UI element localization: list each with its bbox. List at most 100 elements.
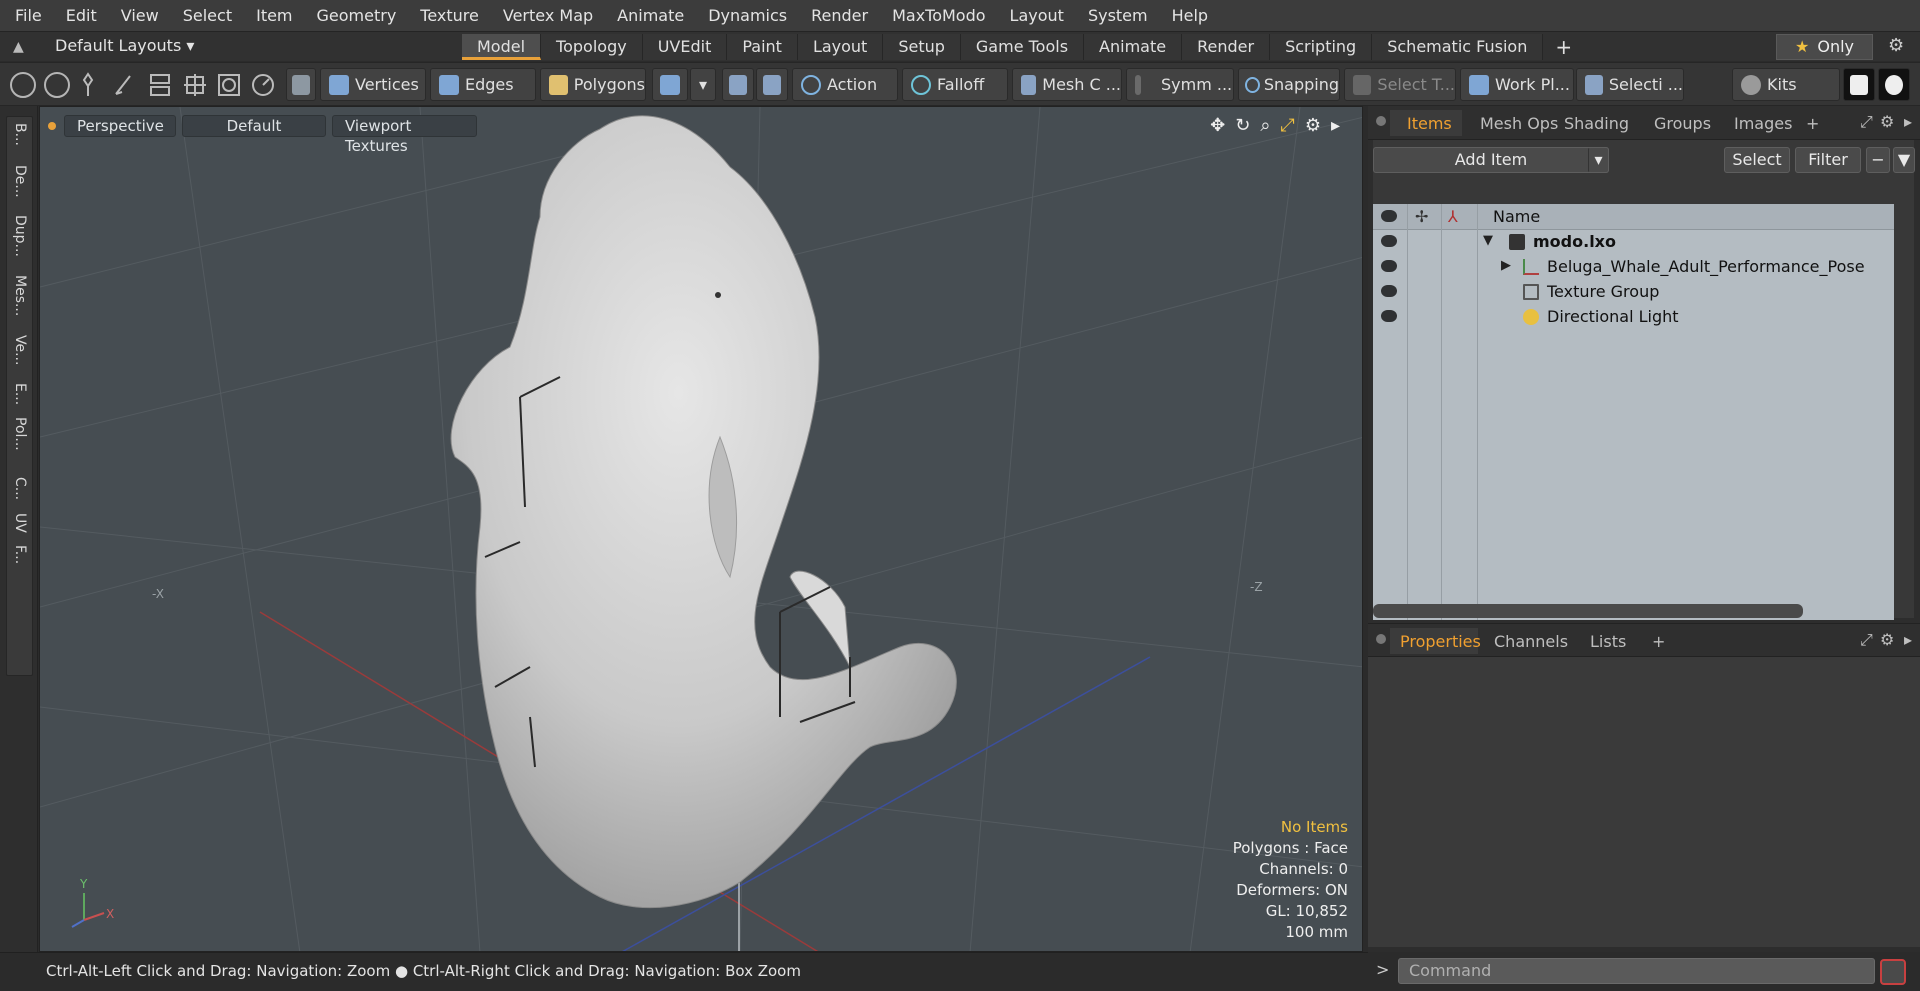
menu-dynamics[interactable]: Dynamics	[696, 0, 799, 31]
unity-button[interactable]	[1843, 68, 1875, 101]
workplane-button[interactable]: Work Pl...	[1460, 68, 1574, 101]
shield-alt-button[interactable]	[756, 68, 788, 101]
action-center-button[interactable]: Action	[792, 68, 898, 101]
menu-maxtomodo[interactable]: MaxToModo	[880, 0, 997, 31]
panel-gear-icon[interactable]: ⚙	[1880, 630, 1894, 649]
tab-setup[interactable]: Setup	[883, 34, 961, 60]
lasso-icon[interactable]	[78, 72, 98, 98]
tool-tab-deform[interactable]: De...	[12, 165, 28, 198]
collapse-arrow-icon[interactable]: ▲	[13, 39, 24, 55]
kits-button[interactable]: Kits	[1732, 68, 1840, 101]
tool-tab-polygon[interactable]: Pol...	[12, 417, 28, 451]
item-mode-button[interactable]	[652, 68, 688, 101]
symmetry-button[interactable]: Symm ...	[1126, 68, 1234, 101]
add-item-button[interactable]: Add Item	[1373, 147, 1609, 173]
tab-layout[interactable]: Layout	[797, 34, 884, 60]
3d-viewport[interactable]: -X -Z Perspective Default Viewport Textu…	[39, 106, 1363, 952]
tool-tab-vertex[interactable]: Ve...	[12, 335, 28, 365]
select-circle-icon[interactable]	[10, 72, 36, 98]
tree-row-scene[interactable]: ▼ modo.lxo	[1373, 230, 1894, 255]
menu-texture[interactable]: Texture	[408, 0, 491, 31]
menu-select[interactable]: Select	[171, 0, 244, 31]
expand-triangle-icon[interactable]: ▶	[1501, 258, 1511, 273]
panel-play-icon[interactable]: ▸	[1904, 630, 1912, 649]
select-button[interactable]: Select	[1724, 147, 1790, 173]
play-icon[interactable]: ▸	[1331, 115, 1340, 136]
tab-properties[interactable]: Properties	[1400, 632, 1481, 651]
selection-sets-button[interactable]: Selecti ...	[1576, 68, 1684, 101]
tab-shading[interactable]: Shading	[1564, 114, 1629, 133]
tree-row-texture-group[interactable]: Texture Group	[1373, 280, 1894, 305]
mode-dropdown[interactable]: ▾	[690, 68, 716, 101]
menu-view[interactable]: View	[109, 0, 171, 31]
tab-channels[interactable]: Channels	[1494, 632, 1568, 651]
rotate-view-icon[interactable]: ↻	[1235, 115, 1250, 136]
add-tab-button[interactable]: +	[1543, 34, 1584, 60]
tab-animate[interactable]: Animate	[1084, 34, 1183, 60]
tab-topology[interactable]: Topology	[541, 34, 643, 60]
menu-vertex-map[interactable]: Vertex Map	[491, 0, 605, 31]
menu-geometry[interactable]: Geometry	[305, 0, 409, 31]
expand-icon[interactable]: ⤢	[1860, 630, 1873, 650]
horizontal-scrollbar[interactable]	[1373, 604, 1803, 618]
brush-select-icon[interactable]	[112, 72, 134, 98]
globe-icon[interactable]	[44, 72, 70, 98]
tab-render[interactable]: Render	[1182, 34, 1271, 60]
add-tab-button[interactable]: +	[1806, 114, 1819, 133]
shield-button[interactable]	[722, 68, 754, 101]
viewport-textures-toggle[interactable]: Viewport Textures	[332, 115, 477, 155]
only-button[interactable]: ★ Only	[1776, 34, 1873, 60]
tool-tab-curve[interactable]: C...	[12, 477, 28, 500]
menu-layout[interactable]: Layout	[998, 0, 1076, 31]
menu-file[interactable]: File	[0, 0, 54, 31]
tool-tab-duplicate[interactable]: Dup...	[12, 215, 28, 257]
tool-tab-uv[interactable]: UV	[12, 513, 28, 533]
mesh-mode-button[interactable]	[286, 68, 316, 101]
menu-render[interactable]: Render	[799, 0, 880, 31]
panel-dot-icon[interactable]	[1376, 116, 1386, 126]
collapse-button[interactable]: −	[1866, 147, 1890, 173]
visibility-eye-icon[interactable]	[1381, 260, 1397, 272]
tab-model[interactable]: Model	[462, 34, 542, 60]
view-type-selector[interactable]: Perspective	[64, 115, 176, 137]
filter-button[interactable]: Filter	[1795, 147, 1861, 173]
viewport-dot-icon[interactable]	[48, 122, 56, 130]
collapse-triangle-icon[interactable]: ▼	[1483, 233, 1493, 248]
name-column-header[interactable]: Name	[1493, 207, 1540, 226]
add-item-dropdown[interactable]: ▾	[1588, 147, 1609, 173]
tool-tab-fusion[interactable]: F...	[12, 545, 28, 564]
record-icon[interactable]	[1880, 959, 1906, 985]
visibility-eye-icon[interactable]	[1381, 235, 1397, 247]
gear-icon[interactable]: ⚙	[1888, 35, 1904, 56]
zoom-view-icon[interactable]: ⌕	[1260, 115, 1270, 136]
visibility-eye-icon[interactable]	[1381, 285, 1397, 297]
edges-button[interactable]: Edges	[430, 68, 536, 101]
snapping-button[interactable]: Snapping	[1238, 68, 1340, 101]
vertices-button[interactable]: Vertices	[320, 68, 426, 101]
tab-groups[interactable]: Groups	[1654, 114, 1711, 133]
tab-mesh-ops[interactable]: Mesh Ops	[1480, 114, 1558, 133]
timer-icon[interactable]	[250, 72, 276, 98]
command-input[interactable]: Command	[1398, 958, 1875, 984]
layout-selector[interactable]: Default Layouts ▾	[55, 36, 194, 55]
frame-icon[interactable]	[216, 72, 242, 98]
menu-edit[interactable]: Edit	[54, 0, 109, 31]
menu-help[interactable]: Help	[1160, 0, 1220, 31]
menu-item[interactable]: Item	[244, 0, 304, 31]
add-tab-button[interactable]: +	[1652, 632, 1665, 651]
tool-tab-edge[interactable]: E...	[12, 383, 28, 405]
element-move-icon[interactable]	[148, 72, 172, 98]
tool-tab-mesh-edit[interactable]: Mes...	[12, 275, 28, 316]
tab-paint[interactable]: Paint	[727, 34, 798, 60]
grid-icon[interactable]	[182, 72, 208, 98]
tab-game-tools[interactable]: Game Tools	[960, 34, 1085, 60]
tab-uvedit[interactable]: UVEdit	[642, 34, 728, 60]
panel-gear-icon[interactable]: ⚙	[1880, 112, 1894, 131]
shading-selector[interactable]: Default	[182, 115, 326, 137]
tab-scripting[interactable]: Scripting	[1270, 34, 1373, 60]
menu-animate[interactable]: Animate	[605, 0, 696, 31]
visibility-eye-icon[interactable]	[1381, 310, 1397, 322]
falloff-button[interactable]: Falloff	[902, 68, 1008, 101]
tool-tab-basic[interactable]: B...	[12, 123, 28, 146]
polygons-button[interactable]: Polygons	[540, 68, 646, 101]
